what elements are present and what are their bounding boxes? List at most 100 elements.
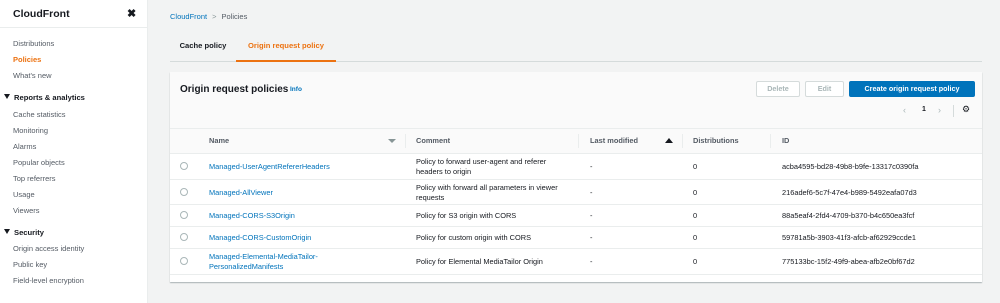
table-row[interactable]: Managed-CORS-CustomOrigin Policy for cust… (170, 227, 982, 249)
policy-name-link-line: PersonalizedManifests (209, 262, 284, 271)
distributions-cell: 0 (693, 233, 698, 242)
sidebar: CloudFront ✖ Distributions Policies What… (0, 0, 148, 303)
column-divider (770, 134, 771, 148)
breadcrumb-current: Policies (221, 12, 248, 21)
sidebar-item-cache-statistics[interactable]: Cache statistics (13, 110, 66, 119)
distributions-cell: 0 (693, 211, 698, 220)
policy-name-link-line: Managed-AllViewer (209, 188, 273, 197)
caret-down-icon (4, 229, 10, 234)
sort-down-icon[interactable] (388, 139, 396, 143)
section-label: Reports & analytics (14, 93, 85, 102)
panel-header: Origin request policies Info Delete Edit… (170, 72, 982, 128)
column-header-id[interactable]: ID (782, 129, 789, 153)
sidebar-header: CloudFront ✖ (0, 0, 148, 28)
policy-comment: Policy for S3 origin with CORS (416, 211, 516, 221)
panel-title: Origin request policies (180, 84, 289, 95)
sidebar-item-field-level-encryption[interactable]: Field-level encryption (13, 276, 84, 285)
sidebar-item-alarms[interactable]: Alarms (13, 142, 36, 151)
caret-down-icon (4, 94, 10, 99)
policy-id-cell: 775133bc-15f2-49f9-abea-afb2e0bf67d2 (782, 257, 915, 266)
table-row[interactable]: Managed-UserAgentRefererHeaders Policy to… (170, 154, 982, 180)
pager-divider (953, 105, 954, 117)
distributions-cell: 0 (693, 188, 698, 197)
policy-comment: Policy with forward all parameters in vi… (416, 183, 558, 203)
column-header-comment[interactable]: Comment (416, 129, 450, 153)
sidebar-item-distributions[interactable]: Distributions (13, 39, 54, 48)
policy-comment-line: Policy for S3 origin with CORS (416, 211, 517, 220)
policy-comment-line: Policy to forward user-agent and referer (416, 157, 547, 166)
info-link[interactable]: Info (290, 86, 302, 93)
row-select-radio[interactable] (180, 162, 188, 170)
page-number[interactable]: 1 (922, 106, 926, 113)
sidebar-item-public-key[interactable]: Public key (13, 260, 47, 269)
sidebar-item-origin-access-identity[interactable]: Origin access identity (13, 244, 84, 253)
policy-comment-line: headers to origin (416, 167, 472, 176)
policy-name-link-line: Managed-CORS-CustomOrigin (209, 233, 312, 242)
policy-id-cell: 88a5eaf4-2fd4-4709-b370-b4c650ea3fcf (782, 211, 915, 220)
sidebar-item-viewers[interactable]: Viewers (13, 206, 40, 215)
gear-icon[interactable]: ⚙ (962, 104, 970, 115)
breadcrumb: CloudFront > Policies (170, 12, 247, 21)
tab-origin-request-policy[interactable]: Origin request policy (236, 34, 336, 62)
section-reports-analytics[interactable]: Reports & analytics (4, 93, 85, 102)
policy-comment-line: Policy for custom origin with CORS (416, 233, 531, 242)
table-row[interactable]: Managed-CORS-S3Origin Policy for S3 origi… (170, 205, 982, 227)
row-select-radio[interactable] (180, 233, 188, 241)
section-security[interactable]: Security (4, 228, 44, 237)
column-header-name[interactable]: Name (209, 129, 229, 153)
sidebar-item-whats-new[interactable]: What's new (13, 71, 52, 80)
policy-comment-line: requests (416, 193, 445, 202)
policy-comment-line: Policy for Elemental MediaTailor Origin (416, 257, 543, 266)
chevron-left-icon[interactable]: ‹ (903, 105, 906, 115)
policy-comment: Policy to forward user-agent and referer… (416, 157, 546, 177)
policy-name-link[interactable]: Managed-UserAgentRefererHeaders (209, 162, 330, 172)
column-divider (682, 134, 683, 148)
row-select-radio[interactable] (180, 187, 188, 196)
sort-up-icon[interactable] (665, 138, 673, 143)
chevron-right-icon[interactable]: › (938, 105, 941, 115)
policy-id-cell: acba4595-bd28-49b8-b9fe-13317c0390fa (782, 162, 919, 171)
policies-panel: Origin request policies Info Delete Edit… (170, 72, 982, 282)
sidebar-item-monitoring[interactable]: Monitoring (13, 126, 48, 135)
sidebar-title[interactable]: CloudFront (13, 8, 70, 20)
breadcrumb-link-cloudfront[interactable]: CloudFront (170, 12, 207, 21)
policy-name-link[interactable]: Managed-CORS-CustomOrigin (209, 233, 311, 243)
delete-button[interactable]: Delete (756, 81, 800, 97)
policy-name-link[interactable]: Managed-AllViewer (209, 188, 273, 198)
sidebar-item-popular-objects[interactable]: Popular objects (13, 158, 65, 167)
sidebar-item-policies[interactable]: Policies (13, 55, 41, 64)
last-modified-cell: - (590, 233, 593, 242)
close-icon[interactable]: ✖ (127, 7, 136, 20)
row-select-radio[interactable] (180, 257, 188, 265)
policy-comment: Policy for custom origin with CORS (416, 233, 531, 243)
edit-button[interactable]: Edit (805, 81, 844, 97)
last-modified-cell: - (590, 257, 593, 266)
policy-name-link-line: Managed-UserAgentRefererHeaders (209, 162, 330, 171)
last-modified-cell: - (590, 162, 593, 171)
policy-name-link[interactable]: Managed-CORS-S3Origin (209, 211, 295, 221)
column-header-distributions[interactable]: Distributions (693, 129, 739, 153)
column-header-last-modified[interactable]: Last modified (590, 129, 638, 153)
policy-name-link-line: Managed-CORS-S3Origin (209, 211, 295, 220)
policy-id-cell: 216adef6-5c7f-47e4-b989-5492eafa07d3 (782, 188, 917, 197)
column-divider (405, 134, 406, 148)
policy-comment-line: Policy with forward all parameters in vi… (416, 183, 558, 192)
tab-cache-policy[interactable]: Cache policy (170, 34, 236, 62)
last-modified-cell: - (590, 211, 593, 220)
distributions-cell: 0 (693, 162, 698, 171)
table-row[interactable]: Managed-Elemental-MediaTailor- Personaliz… (170, 249, 982, 275)
breadcrumb-separator: > (212, 12, 217, 21)
sidebar-item-top-referrers[interactable]: Top referrers (13, 174, 56, 183)
create-origin-request-policy-button[interactable]: Create origin request policy (849, 81, 975, 97)
pagination: ‹ 1 › ⚙ (903, 104, 978, 119)
policy-name-link[interactable]: Managed-Elemental-MediaTailor- Personaliz… (209, 252, 318, 272)
sidebar-item-usage[interactable]: Usage (13, 190, 35, 199)
table-row[interactable]: Managed-AllViewer Policy with forward all… (170, 180, 982, 205)
column-divider (578, 134, 579, 148)
cloudfront-console: CloudFront ✖ Distributions Policies What… (0, 0, 1000, 303)
section-label: Security (14, 228, 44, 237)
last-modified-cell: - (590, 188, 593, 197)
row-select-radio[interactable] (180, 211, 188, 219)
distributions-cell: 0 (693, 257, 698, 266)
policy-tabs: Cache policy Origin request policy (170, 34, 982, 62)
